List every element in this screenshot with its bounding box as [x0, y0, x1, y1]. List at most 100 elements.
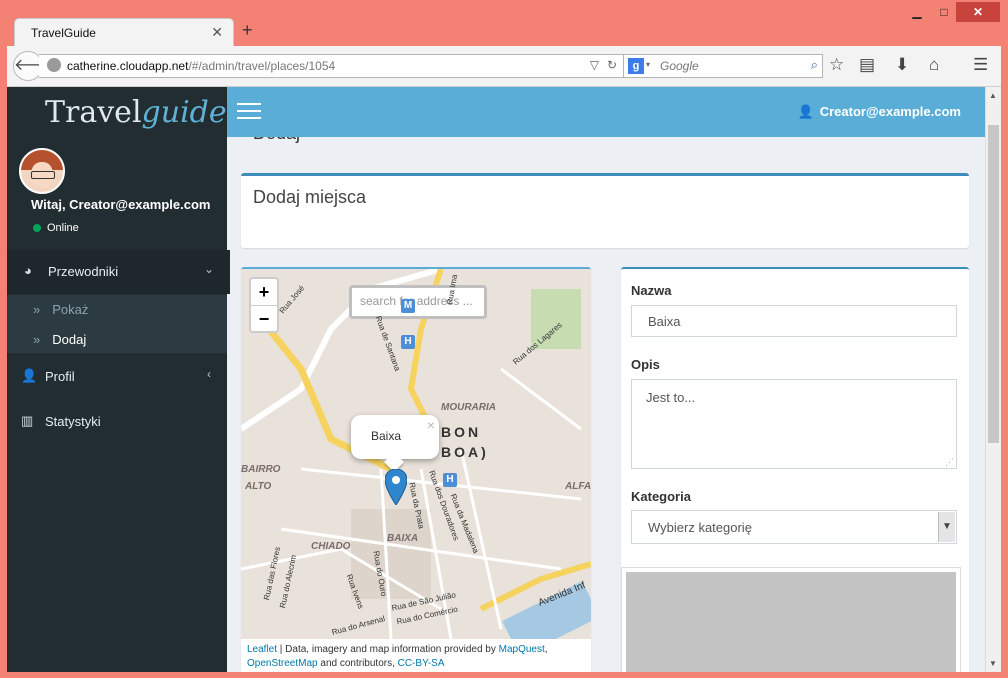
avatar — [19, 148, 65, 194]
map-label-bairro: BAIRRO — [241, 464, 281, 475]
map-label-baixa: BAIXA — [387, 533, 419, 544]
sidebar-item-przewodniki[interactable]: ◕ Przewodniki ⌄ — [7, 250, 230, 294]
map-label-alto: ALTO — [245, 481, 272, 492]
new-tab-icon[interactable]: + — [242, 20, 253, 41]
zoom-control: + − — [249, 277, 279, 333]
map-attribution: Leaflet | Data, imagery and map informat… — [241, 639, 591, 672]
status-text: Online — [47, 222, 79, 234]
browser-tab[interactable]: TravelGuide ✕ — [14, 18, 234, 47]
hospital-icon: H — [401, 335, 415, 349]
map-label-city: BON — [441, 424, 482, 440]
menu-icon[interactable]: ☰ — [973, 55, 988, 75]
user-icon: 👤 — [797, 104, 814, 119]
reading-list-icon[interactable]: ▤ — [859, 55, 875, 75]
page-scrollbar[interactable]: ▲ ▼ — [985, 87, 1001, 672]
url-path: /#/admin/travel/places/1054 — [188, 59, 336, 73]
top-header: 👤 Creator@example.com — [227, 87, 1001, 137]
search-engine-dropdown-icon[interactable]: ▾ — [646, 60, 650, 69]
double-chevron-icon: » — [33, 302, 41, 317]
map-label-city: BOA) — [441, 444, 489, 460]
place-form: Nazwa Baixa Opis Jest to... ⋰ Kategoria … — [621, 267, 969, 672]
submenu: » Pokaż » Dodaj — [7, 295, 227, 353]
header-user-menu[interactable]: 👤 Creator@example.com — [798, 104, 961, 120]
close-window-icon[interactable]: ✕ — [956, 2, 1000, 22]
metro-icon: M — [401, 299, 415, 313]
osm-link[interactable]: OpenStreetMap — [247, 658, 318, 669]
map-box: + − search for address ... M H H BON BOA… — [241, 267, 591, 672]
search-bar[interactable]: g ▾ Google ⌕ — [623, 54, 823, 78]
sidebar-item-profil[interactable]: 👤 Profil ‹ — [7, 355, 227, 399]
chevron-left-icon: ‹ — [207, 367, 211, 381]
download-icon[interactable]: ⬇ — [895, 55, 909, 75]
resize-handle-icon[interactable]: ⋰ — [945, 457, 954, 468]
hospital-icon: H — [443, 473, 457, 487]
attrib-text: and contributors, — [317, 658, 398, 669]
hamburger-icon[interactable] — [237, 103, 261, 121]
double-chevron-icon: » — [33, 332, 41, 347]
attrib-comma: , — [544, 644, 548, 655]
image-preview — [621, 567, 961, 672]
tab-title: TravelGuide — [31, 26, 96, 40]
header-username: Creator@example.com — [819, 104, 961, 119]
popup-text: Baixa — [371, 429, 402, 443]
chevron-down-icon: ⌄ — [203, 262, 214, 276]
online-status-icon — [33, 224, 41, 232]
map-label-alfa: ALFA — [565, 481, 591, 492]
map-search-placeholder: search for address ... — [360, 294, 473, 308]
brand-guide: guide — [141, 95, 227, 130]
google-icon[interactable]: g — [628, 58, 644, 74]
sidebar-item-label: Profil — [45, 369, 75, 384]
scroll-down-icon[interactable]: ▼ — [989, 659, 997, 668]
bookmark-star-icon[interactable]: ☆ — [829, 55, 844, 75]
minimize-icon[interactable]: ▁ — [904, 2, 930, 22]
zoom-out-button[interactable]: − — [251, 306, 277, 332]
map-popup[interactable]: Baixa × — [351, 415, 439, 472]
description-textarea[interactable]: Jest to... ⋰ — [631, 379, 957, 469]
category-label: Kategoria — [631, 489, 691, 504]
bar-chart-icon: ▥ — [21, 413, 34, 428]
map-label-mouraria: MOURARIA — [441, 402, 496, 413]
search-placeholder: Google — [660, 59, 699, 73]
url-text: catherine.cloudapp.net/#/admin/travel/pl… — [67, 59, 335, 73]
search-icon[interactable]: ⌕ — [811, 57, 818, 73]
cc-link[interactable]: CC-BY-SA — [398, 658, 445, 669]
image-placeholder — [626, 572, 956, 672]
web-page: Travelguide Witaj, Creator@example.com O… — [7, 87, 1001, 672]
submenu-label: Pokaż — [52, 302, 89, 317]
name-label: Nazwa — [631, 283, 672, 298]
zoom-in-button[interactable]: + — [251, 279, 277, 306]
scroll-thumb[interactable] — [988, 125, 999, 443]
home-icon[interactable]: ⌂ — [929, 55, 939, 75]
brand-text: Travelguide — [45, 95, 227, 130]
map-search-input[interactable]: search for address ... — [349, 285, 487, 319]
map-label-chiado: CHIADO — [311, 541, 351, 552]
map-marker-icon[interactable] — [385, 469, 407, 505]
reload-icon[interactable]: ↻ — [607, 58, 617, 72]
greeting-text: Witaj, Creator@example.com — [31, 197, 211, 212]
submenu-item-dodaj[interactable]: » Dodaj — [33, 332, 86, 347]
category-selected-value: Wybierz kategorię — [648, 520, 752, 535]
mapquest-link[interactable]: MapQuest — [499, 644, 545, 655]
map[interactable]: + − search for address ... M H H BON BOA… — [241, 269, 591, 639]
dropdown-icon[interactable]: ▽ — [590, 58, 599, 72]
popup-close-icon[interactable]: × — [427, 417, 435, 433]
chevron-down-icon[interactable]: ▼ — [938, 512, 955, 542]
url-bar[interactable]: catherine.cloudapp.net/#/admin/travel/pl… — [39, 54, 624, 78]
maximize-icon[interactable]: □ — [931, 2, 957, 22]
tab-close-icon[interactable]: ✕ — [211, 24, 223, 41]
sidebar-item-statystyki[interactable]: ▥ Statystyki — [7, 400, 227, 444]
scroll-up-icon[interactable]: ▲ — [989, 91, 997, 100]
name-input[interactable]: Baixa — [631, 305, 957, 337]
submenu-label: Dodaj — [52, 332, 87, 347]
category-select[interactable]: Wybierz kategorię ▼ — [631, 510, 957, 544]
main-content: Dodaj Dodaj miejsca — [227, 137, 986, 672]
description-value: Jest to... — [646, 390, 696, 405]
submenu-item-pokaz[interactable]: » Pokaż — [33, 302, 88, 317]
attrib-text: | Data, imagery and map information prov… — [277, 644, 499, 655]
brand-logo[interactable]: Travelguide — [7, 87, 227, 137]
user-icon: 👤 — [21, 368, 38, 383]
globe-icon — [47, 58, 61, 72]
user-panel: Witaj, Creator@example.com Online — [7, 137, 227, 249]
leaflet-link[interactable]: Leaflet — [247, 644, 277, 655]
sidebar: Travelguide Witaj, Creator@example.com O… — [7, 87, 230, 672]
